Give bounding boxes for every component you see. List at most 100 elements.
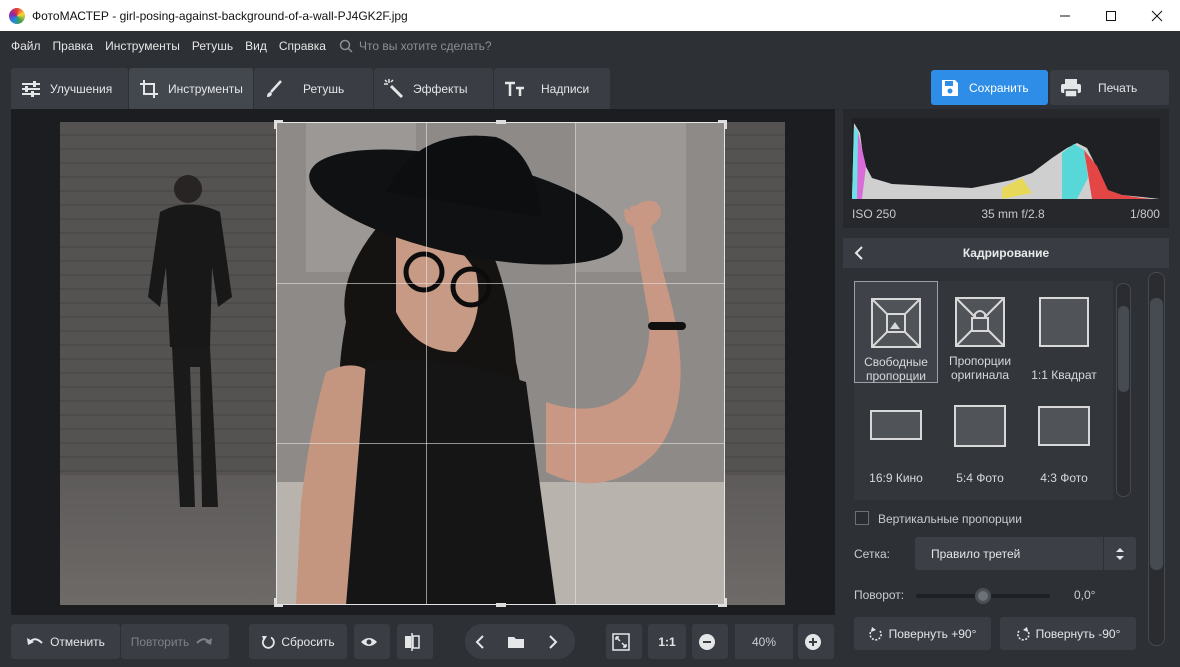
- ratio-label: 1:1: [658, 634, 676, 649]
- preset-square[interactable]: 1:1 Квадрат: [1022, 281, 1106, 383]
- grid-line-horizontal-1: [277, 283, 724, 284]
- zoom-out-button[interactable]: [692, 624, 728, 659]
- iso-value: ISO 250: [852, 207, 897, 221]
- menu-retouch[interactable]: Ретушь: [192, 39, 233, 53]
- panel-header: Кадрирование: [843, 238, 1169, 268]
- preset-4-3[interactable]: 4:3 Фото: [1022, 392, 1106, 494]
- crop-outside-left: [60, 122, 276, 605]
- previous-image-button[interactable]: [468, 627, 498, 656]
- crop-handle-top[interactable]: [496, 120, 506, 124]
- brush-icon: [267, 79, 282, 97]
- app-logo-icon: [9, 7, 25, 24]
- fit-screen-icon: [612, 632, 630, 651]
- fit-to-screen-button[interactable]: [606, 624, 642, 659]
- crop-outside-right: [725, 122, 785, 605]
- chevron-left-icon[interactable]: [853, 244, 865, 262]
- tab-enhancements[interactable]: Улучшения: [11, 68, 129, 109]
- zoom-in-button[interactable]: [798, 624, 834, 659]
- print-button[interactable]: Печать: [1050, 70, 1169, 105]
- crop-icon: [140, 79, 158, 98]
- tab-retouch[interactable]: Ретушь: [254, 68, 374, 109]
- tab-effects[interactable]: Эффекты: [374, 68, 494, 109]
- minimize-icon[interactable]: [1042, 0, 1088, 31]
- zoom-out-icon: [699, 633, 715, 650]
- close-icon[interactable]: [1134, 0, 1180, 31]
- crop-handle-bottom-left[interactable]: [274, 598, 283, 607]
- histogram-graph: [852, 118, 1160, 199]
- grid-line-vertical-2: [575, 123, 576, 604]
- menu-view[interactable]: Вид: [245, 39, 267, 53]
- save-label: Сохранить: [969, 80, 1029, 95]
- tab-label: Инструменты: [168, 81, 243, 96]
- preset-free[interactable]: Свободные пропорции: [854, 281, 938, 383]
- crop-frame[interactable]: [274, 120, 727, 607]
- tab-label: Улучшения: [50, 81, 113, 96]
- chevron-right-icon: [549, 634, 558, 649]
- grid-line-vertical-1: [426, 123, 427, 604]
- redo-button[interactable]: Повторить: [121, 624, 229, 659]
- widescreen-icon: [870, 410, 922, 440]
- undo-button[interactable]: Отменить: [11, 624, 120, 659]
- rotate-minus-90-button[interactable]: Повернуть -90°: [1000, 617, 1136, 650]
- preset-16-9[interactable]: 16:9 Кино: [854, 392, 938, 494]
- preset-label: Пропорции: [948, 354, 1012, 368]
- menu-help[interactable]: Справка: [279, 39, 326, 53]
- title-bar: ФотоМАСТЕР - girl-posing-against-backgro…: [0, 0, 1180, 31]
- tab-label: Надписи: [541, 81, 590, 96]
- zoom-value: 40%: [751, 634, 777, 649]
- search-icon[interactable]: [339, 39, 353, 53]
- tab-captions[interactable]: Надписи: [494, 68, 611, 109]
- preset-label: пропорции: [866, 369, 926, 383]
- search-input[interactable]: Что вы хотите сделать?: [359, 39, 492, 53]
- preview-button[interactable]: [354, 624, 390, 659]
- open-folder-button[interactable]: [504, 627, 534, 656]
- menu-file[interactable]: Файл: [11, 39, 41, 53]
- window-title: ФотоМАСТЕР - girl-posing-against-backgro…: [32, 8, 408, 23]
- redo-label: Повторить: [130, 634, 190, 649]
- preset-original[interactable]: Пропорции оригинала: [938, 281, 1022, 383]
- magic-wand-icon: [384, 78, 404, 98]
- menu-edit[interactable]: Правка: [53, 39, 94, 53]
- text-icon: [505, 81, 524, 96]
- compare-icon: [405, 632, 420, 651]
- crop-handle-bottom-right[interactable]: [718, 598, 727, 607]
- presets-scrollbar-thumb[interactable]: [1118, 306, 1129, 392]
- photo-4-3-icon: [1038, 406, 1090, 446]
- rotate-plus-90-button[interactable]: Повернуть +90°: [854, 617, 991, 650]
- floppy-disk-icon: [942, 79, 958, 96]
- updown-arrows-icon[interactable]: [1103, 537, 1136, 570]
- printer-icon: [1061, 78, 1081, 98]
- original-proportions-icon: [955, 297, 1005, 347]
- chevron-left-icon: [475, 634, 484, 649]
- crop-handle-bottom[interactable]: [496, 603, 506, 607]
- crop-handle-top-left[interactable]: [274, 120, 283, 129]
- preset-label: 1:1 Квадрат: [1031, 368, 1097, 382]
- zoom-level[interactable]: 40%: [735, 624, 793, 659]
- maximize-icon[interactable]: [1088, 0, 1134, 31]
- rotate-cw-icon: [868, 626, 882, 641]
- rotation-slider-knob[interactable]: [975, 588, 991, 604]
- sliders-icon: [22, 80, 40, 97]
- preset-label: оригинала: [950, 368, 1010, 382]
- preset-5-4[interactable]: 5:4 Фото: [938, 392, 1022, 494]
- panel-scrollbar-thumb[interactable]: [1150, 298, 1163, 570]
- reset-button[interactable]: Сбросить: [249, 624, 347, 659]
- save-button[interactable]: Сохранить: [931, 70, 1048, 105]
- actual-size-button[interactable]: 1:1: [648, 624, 686, 659]
- lens-value: 35 mm f/2.8: [981, 207, 1045, 221]
- reset-icon: [262, 635, 276, 649]
- vertical-proportions-checkbox[interactable]: [855, 511, 869, 525]
- tab-tools[interactable]: Инструменты: [129, 68, 254, 109]
- menu-tools[interactable]: Инструменты: [105, 39, 180, 53]
- compare-button[interactable]: [397, 624, 433, 659]
- rotate-ccw-icon: [1016, 626, 1030, 641]
- tab-label: Ретушь: [303, 81, 345, 96]
- exif-info: ISO 250 35 mm f/2.8 1/800: [852, 207, 1160, 221]
- grid-line-horizontal-2: [277, 443, 724, 444]
- eye-icon: [361, 637, 377, 646]
- undo-label: Отменить: [50, 634, 105, 649]
- grid-label: Сетка:: [854, 547, 890, 561]
- crop-handle-top-right[interactable]: [718, 120, 727, 129]
- next-image-button[interactable]: [541, 627, 571, 656]
- tab-label: Эффекты: [413, 81, 468, 96]
